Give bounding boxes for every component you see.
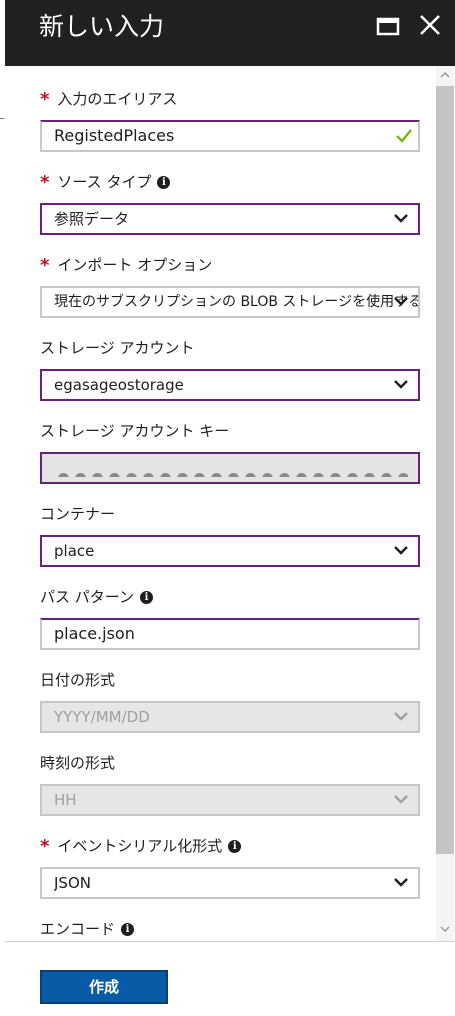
encoding-label-text: エンコード (40, 920, 116, 938)
import-option-field: * インポート オプション 現在のサブスクリプションの BLOB ストレージを使… (40, 255, 420, 318)
import-option-label: * インポート オプション (40, 255, 420, 276)
check-icon (396, 129, 412, 143)
import-option-select[interactable]: 現在のサブスクリプションの BLOB ストレージを使用する (40, 286, 420, 318)
required-mark: * (40, 89, 50, 110)
source-type-field: * ソース タイプ i 参照データ (40, 172, 420, 235)
alias-field: * 入力のエイリアス RegistedPlaces (40, 89, 420, 152)
date-format-value: YYYY/MM/DD (54, 708, 150, 726)
alias-value: RegistedPlaces (54, 126, 175, 145)
time-format-select: HH (40, 784, 420, 816)
serialization-value: JSON (54, 874, 91, 892)
encoding-label: エンコード i (40, 919, 420, 939)
path-pattern-input[interactable]: place.json (40, 618, 420, 650)
container-value: place (54, 542, 95, 560)
chevron-down-icon (394, 214, 408, 223)
serialization-label: * イベントシリアル化形式 i (40, 836, 420, 857)
encoding-field: エンコード i (40, 919, 420, 939)
source-type-select[interactable]: 参照データ (40, 203, 420, 235)
date-format-field: 日付の形式 YYYY/MM/DD (40, 670, 420, 733)
info-icon[interactable]: i (121, 922, 135, 936)
source-type-value: 参照データ (54, 210, 130, 228)
masked-value (58, 465, 408, 477)
time-format-label: 時刻の形式 (40, 754, 116, 772)
chevron-down-icon (394, 546, 408, 555)
left-edge-mark (0, 118, 4, 119)
info-icon[interactable]: i (157, 175, 171, 189)
storage-account-field: ストレージ アカウント egasageostorage (40, 338, 420, 401)
chevron-down-icon (394, 297, 408, 306)
path-pattern-label: パス パターン i (40, 587, 420, 607)
scroll-up-icon[interactable] (438, 68, 452, 82)
chevron-down-icon (394, 795, 408, 804)
storage-key-input[interactable] (40, 452, 420, 484)
chevron-down-icon (394, 380, 408, 389)
serialization-select[interactable]: JSON (40, 867, 420, 899)
path-pattern-value: place.json (54, 624, 135, 643)
info-icon[interactable]: i (228, 839, 242, 853)
time-format-value: HH (54, 791, 77, 809)
alias-label: * 入力のエイリアス (40, 89, 420, 110)
storage-key-field: ストレージ アカウント キー (40, 421, 420, 484)
info-icon[interactable]: i (140, 590, 154, 604)
blade-header: 新しい入力 (5, 0, 455, 66)
scroll-down-icon[interactable] (438, 922, 452, 936)
import-option-value: 現在のサブスクリプションの BLOB ストレージを使用する (54, 294, 418, 310)
path-pattern-label-text: パス パターン (40, 588, 135, 606)
alias-input[interactable]: RegistedPlaces (40, 120, 420, 152)
scrollbar-thumb[interactable] (436, 86, 454, 854)
date-format-select: YYYY/MM/DD (40, 701, 420, 733)
container-label: コンテナー (40, 505, 116, 523)
date-format-label: 日付の形式 (40, 671, 116, 689)
create-button[interactable]: 作成 (40, 970, 168, 1004)
import-option-label-text: インポート オプション (57, 256, 213, 274)
storage-key-label: ストレージ アカウント キー (40, 422, 230, 440)
form-panel: * 入力のエイリアス RegistedPlaces * ソース タイプ i 参照… (5, 66, 455, 941)
required-mark: * (40, 836, 50, 857)
storage-account-label: ストレージ アカウント (40, 339, 195, 357)
container-field: コンテナー place (40, 504, 420, 567)
serialization-field: * イベントシリアル化形式 i JSON (40, 836, 420, 899)
serialization-label-text: イベントシリアル化形式 (57, 837, 223, 855)
source-type-label-text: ソース タイプ (57, 173, 152, 191)
blade-footer: 作成 (5, 941, 455, 1016)
time-format-field: 時刻の形式 HH (40, 753, 420, 816)
source-type-label: * ソース タイプ i (40, 172, 420, 193)
storage-account-value: egasageostorage (54, 376, 184, 394)
blade-title: 新しい入力 (39, 12, 165, 41)
maximize-icon[interactable] (376, 14, 400, 38)
required-mark: * (40, 255, 50, 276)
required-mark: * (40, 172, 50, 193)
alias-label-text: 入力のエイリアス (57, 90, 178, 108)
close-icon[interactable] (417, 12, 443, 38)
container-select[interactable]: place (40, 535, 420, 567)
path-pattern-field: パス パターン i place.json (40, 587, 420, 650)
chevron-down-icon (394, 878, 408, 887)
storage-account-select[interactable]: egasageostorage (40, 369, 420, 401)
chevron-down-icon (394, 712, 408, 721)
